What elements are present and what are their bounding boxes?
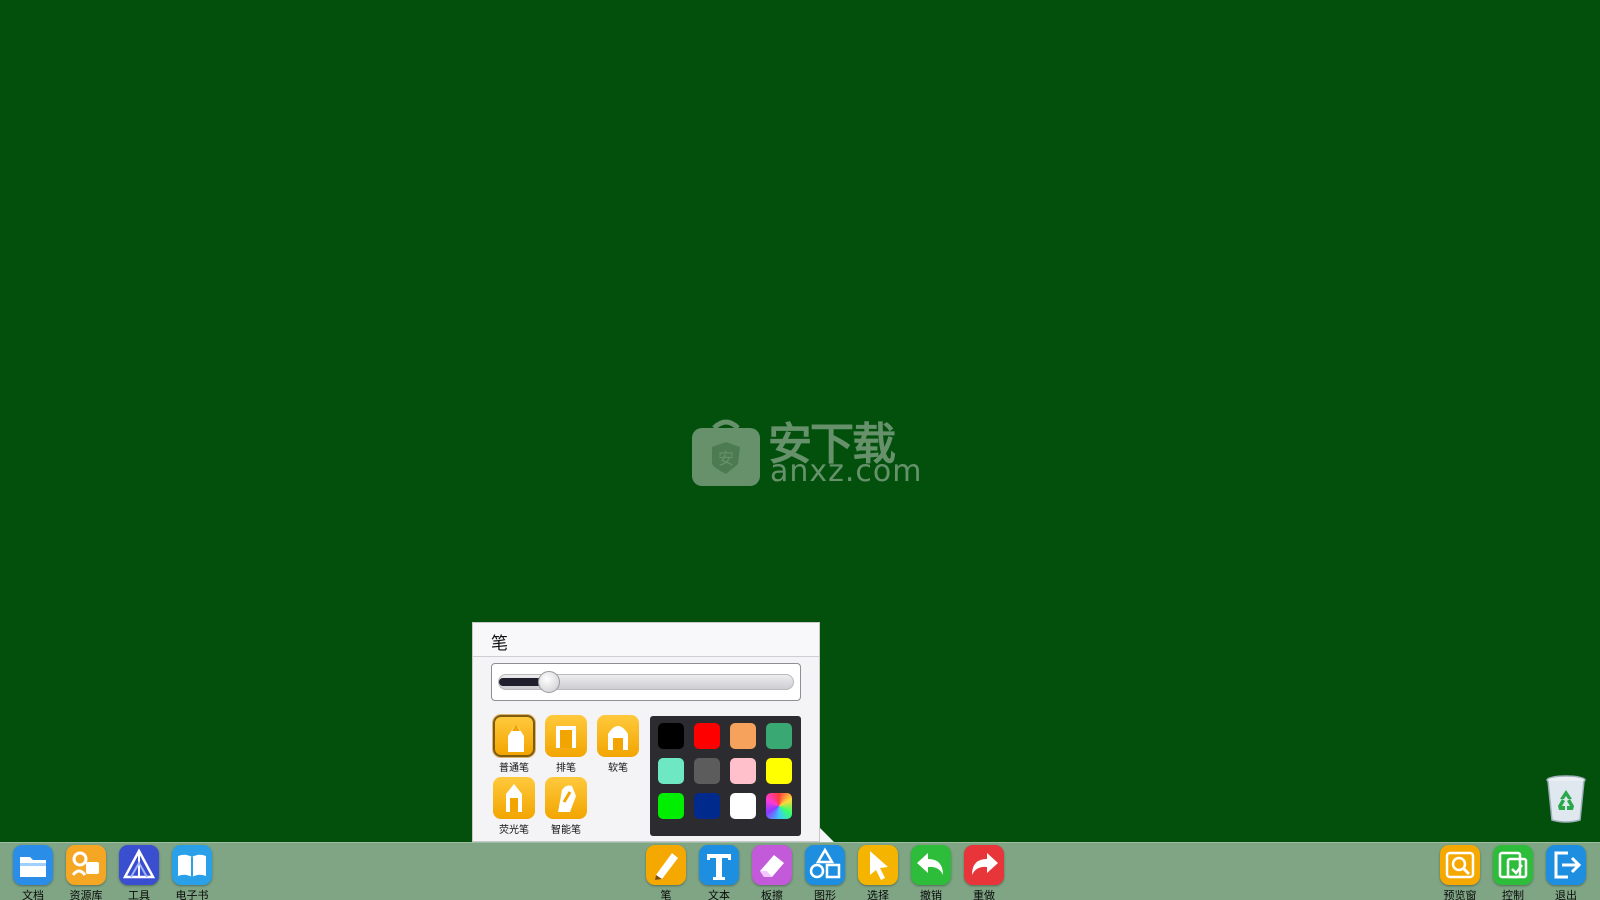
shapes-icon [805, 845, 845, 885]
pen-type-icon [493, 715, 535, 757]
exit-icon [1546, 845, 1586, 885]
toolbar-button-shapes[interactable]: 图形 [799, 845, 851, 900]
panel-pointer [820, 828, 834, 842]
toolbar-button-undo[interactable]: 撤销 [905, 845, 957, 900]
toolbar-button-preview[interactable]: 预览窗 [1434, 845, 1486, 900]
color-swatch[interactable] [658, 793, 684, 819]
toolbar-button-label: 选择 [867, 889, 889, 900]
color-swatch[interactable] [730, 758, 756, 784]
watermark-badge-char: 安 [718, 449, 734, 468]
color-swatch-custom[interactable] [766, 793, 792, 819]
toolbar-button-label: 文档 [22, 889, 44, 900]
color-palette [650, 716, 801, 836]
pen-type-label: 排笔 [556, 763, 576, 774]
book-icon [172, 845, 212, 885]
toolbar-button-cursor[interactable]: 选择 [852, 845, 904, 900]
toolbar-button-resource-library[interactable]: 资源库 [60, 845, 112, 900]
pen-type-icon [493, 777, 535, 819]
toolbar-button-redo[interactable]: 重做 [958, 845, 1010, 900]
toolbar-button-geometry-tools[interactable]: 工具 [113, 845, 165, 900]
toolbar-button-label: 预览窗 [1443, 889, 1477, 900]
panel-title: 笔 [491, 634, 508, 654]
toolbar-button-label: 工具 [128, 889, 150, 900]
toolbar-button-label: 资源库 [69, 889, 103, 900]
watermark: 安 安下载 anxz.com [690, 408, 922, 492]
color-swatch[interactable] [694, 723, 720, 749]
pen-type-label: 软笔 [608, 763, 628, 774]
toolbar-button-pen[interactable]: 笔 [640, 845, 692, 900]
toolbar-button-label: 退出 [1555, 889, 1577, 900]
bottom-toolbar: 文档 资源库 工具 电子书 笔 文本 板擦 图形 选择 撤销 重做 预览窗 控制 退出 [0, 842, 1600, 900]
toolbar-button-label: 重做 [973, 889, 995, 900]
panel-header: 笔 [473, 623, 819, 657]
pen-icon [646, 845, 686, 885]
color-swatch[interactable] [694, 793, 720, 819]
pen-type-3[interactable]: 软笔 [595, 715, 641, 774]
redo-icon [964, 845, 1004, 885]
color-swatch[interactable] [730, 723, 756, 749]
pen-type-5[interactable]: 智能笔 [543, 777, 589, 836]
pen-type-icon [545, 777, 587, 819]
toolbar-button-label: 图形 [814, 889, 836, 900]
color-swatch[interactable] [658, 723, 684, 749]
toolbar-button-exit[interactable]: 退出 [1540, 845, 1592, 900]
color-swatch[interactable] [694, 758, 720, 784]
pen-type-2[interactable]: 排笔 [543, 715, 589, 774]
pen-type-label: 普通笔 [499, 763, 529, 774]
undo-icon [911, 845, 951, 885]
recycle-bin-icon[interactable] [1544, 774, 1588, 824]
text-icon [699, 845, 739, 885]
pen-type-icon [597, 715, 639, 757]
slider-thumb[interactable] [537, 671, 560, 693]
toolbar-button-folder[interactable]: 文档 [7, 845, 59, 900]
watermark-brand-en: anxz.com [770, 454, 923, 489]
watermark-bag-icon: 安 [692, 419, 760, 486]
toolbar-button-text[interactable]: 文本 [693, 845, 745, 900]
pen-thickness-slider[interactable] [491, 663, 801, 701]
toolbar-button-label: 笔 [660, 889, 672, 900]
pen-type-icon [545, 715, 587, 757]
folder-icon [13, 845, 53, 885]
pen-settings-panel: 笔 普通笔 排笔 软笔荧光笔 智能笔 [472, 622, 820, 842]
preview-icon [1440, 845, 1480, 885]
color-swatch[interactable] [730, 793, 756, 819]
cursor-icon [858, 845, 898, 885]
pen-type-1[interactable]: 普通笔 [491, 715, 537, 774]
toolbar-button-book[interactable]: 电子书 [166, 845, 218, 900]
color-swatch[interactable] [766, 758, 792, 784]
color-swatch[interactable] [766, 723, 792, 749]
pen-type-label: 荧光笔 [499, 825, 529, 836]
toolbar-button-label: 板擦 [761, 889, 783, 900]
pen-type-label: 智能笔 [551, 825, 581, 836]
toolbar-button-control[interactable]: 控制 [1487, 845, 1539, 900]
resource-library-icon [66, 845, 106, 885]
eraser-icon [752, 845, 792, 885]
pen-type-4[interactable]: 荧光笔 [491, 777, 537, 836]
toolbar-button-label: 电子书 [175, 889, 209, 900]
toolbar-button-label: 撤销 [920, 889, 942, 900]
color-swatch[interactable] [658, 758, 684, 784]
geometry-tools-icon [119, 845, 159, 885]
toolbar-button-label: 文本 [708, 889, 730, 900]
toolbar-button-eraser[interactable]: 板擦 [746, 845, 798, 900]
control-icon [1493, 845, 1533, 885]
toolbar-button-label: 控制 [1502, 889, 1524, 900]
